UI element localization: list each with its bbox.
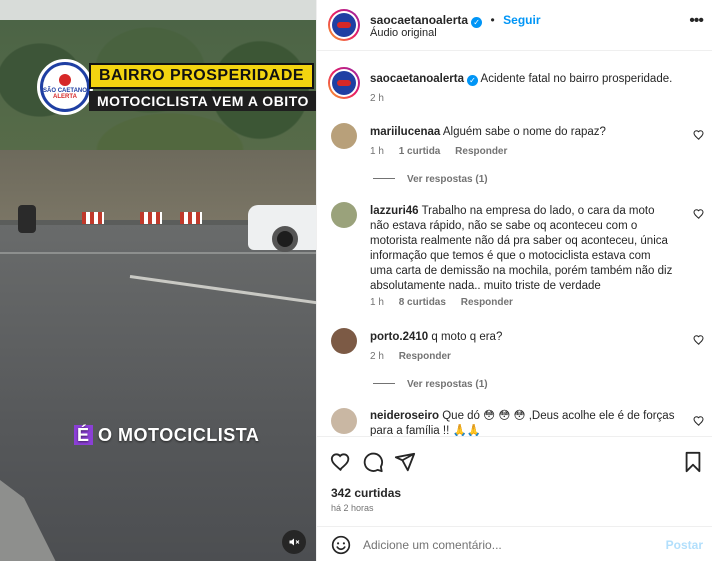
- comment-avatar[interactable]: [331, 328, 357, 354]
- video-caption-highlight: É: [74, 425, 93, 445]
- author-username[interactable]: saocaetanoalerta: [370, 13, 468, 27]
- video-road: [0, 225, 316, 561]
- avatar-mark: [337, 80, 351, 86]
- post-caption: saocaetanoalerta ✓ Acidente fatal no bair…: [370, 72, 675, 87]
- reply-button[interactable]: Responder: [461, 297, 513, 308]
- emoji-icon[interactable]: [331, 535, 351, 555]
- comment-text: Trabalho na empresa do lado, o cara da m…: [370, 205, 673, 292]
- separator-dot: •: [490, 13, 495, 27]
- comment-time: 1 h: [370, 146, 384, 157]
- comment-time: 1 h: [370, 297, 384, 308]
- logo-inner: SÃO CAETANO ALERTA: [43, 65, 87, 109]
- follow-button[interactable]: Seguir: [503, 13, 540, 27]
- comment-body: porto.2410 q moto q era?: [370, 330, 675, 345]
- comment-meta: 2 h Responder: [370, 351, 463, 362]
- comment-text: q moto q era?: [431, 331, 503, 343]
- post-actions: 342 curtidas há 2 horas: [317, 436, 712, 526]
- avatar-mark: [337, 22, 351, 28]
- comment-avatar[interactable]: [331, 123, 357, 149]
- comment-username[interactable]: porto.2410: [370, 331, 428, 343]
- heart-icon[interactable]: [693, 208, 705, 220]
- speaker-muted-icon: [289, 538, 300, 546]
- audio-label[interactable]: Áudio original: [370, 27, 437, 39]
- video-headline-bottom: MOTOCICLISTA VEM A OBITO: [89, 91, 316, 111]
- video-motorcycle: [18, 205, 36, 233]
- avatar-ring: [330, 69, 358, 97]
- comment-meta: 1 h 8 curtidas Responder: [370, 297, 525, 308]
- video-player[interactable]: SÃO CAETANO ALERTA BAIRRO PROSPERIDADE M…: [0, 0, 316, 561]
- caption-text: Acidente fatal no bairro prosperidade.: [480, 73, 673, 85]
- traffic-barrier: [140, 212, 162, 224]
- likes-count[interactable]: 342 curtidas: [331, 486, 401, 500]
- comment-body: lazzuri46 Trabalho na empresa do lado, o…: [370, 204, 675, 294]
- heart-icon[interactable]: [693, 129, 705, 141]
- traffic-barrier: [82, 212, 104, 224]
- caption-username[interactable]: saocaetanoalerta: [370, 73, 464, 85]
- comment-meta: 1 h 1 curtida Responder: [370, 146, 519, 157]
- comments-list[interactable]: saocaetanoalerta ✓ Acidente fatal no bair…: [317, 52, 712, 436]
- send-icon[interactable]: [394, 451, 416, 473]
- avatar-image: [332, 13, 356, 37]
- traffic-barrier: [180, 212, 202, 224]
- comment-likes[interactable]: 8 curtidas: [399, 297, 446, 308]
- comment-body: mariilucenaa Alguém sabe o nome do rapaz…: [370, 125, 675, 140]
- view-replies-button[interactable]: Ver respostas (1): [373, 174, 488, 185]
- video-caption-text: O MOTOCICLISTA: [98, 425, 260, 445]
- video-car-wheel: [272, 226, 298, 252]
- reply-button[interactable]: Responder: [455, 146, 507, 157]
- comment-username[interactable]: neideroseiro: [370, 410, 439, 422]
- comment-avatar[interactable]: [331, 202, 357, 228]
- verified-icon: ✓: [466, 75, 478, 86]
- comment-likes[interactable]: 1 curtida: [399, 146, 441, 157]
- add-comment-bar: Adicione um comentário... Postar: [317, 526, 712, 561]
- logo-dot: [59, 74, 71, 86]
- video-headline-top: BAIRRO PROSPERIDADE: [89, 63, 315, 89]
- video-lane-line: [0, 252, 316, 254]
- avatar-image: [332, 71, 356, 95]
- logo-text-line2: ALERTA: [53, 94, 77, 100]
- mute-button[interactable]: [282, 530, 306, 554]
- post-header: saocaetanoalerta ✓ • Seguir Áudio origina…: [317, 0, 712, 51]
- heart-icon[interactable]: [330, 451, 352, 473]
- sao-caetano-alerta-logo: SÃO CAETANO ALERTA: [37, 59, 93, 115]
- more-options-icon[interactable]: •••: [689, 12, 704, 30]
- comment-username[interactable]: lazzuri46: [370, 205, 419, 217]
- post-side-panel: saocaetanoalerta ✓ • Seguir Áudio origina…: [316, 0, 712, 561]
- comment-time: 2 h: [370, 351, 384, 362]
- view-replies-button[interactable]: Ver respostas (1): [373, 379, 488, 390]
- caption-time: 2 h: [370, 93, 384, 104]
- comment-body: neideroseiro Que dó 😳 😳 😳 ,Deus acolhe e…: [370, 409, 675, 436]
- reply-button[interactable]: Responder: [399, 351, 451, 362]
- avatar-ring: [330, 11, 358, 39]
- author-avatar[interactable]: [328, 9, 360, 41]
- bookmark-icon[interactable]: [683, 451, 703, 473]
- caption-author-avatar[interactable]: [328, 67, 360, 99]
- comment-username[interactable]: mariilucenaa: [370, 126, 440, 138]
- comment-avatar[interactable]: [331, 408, 357, 434]
- verified-icon: ✓: [471, 17, 483, 28]
- heart-icon[interactable]: [693, 334, 705, 346]
- comment-icon[interactable]: [362, 451, 384, 473]
- caption-meta: 2 h: [370, 93, 396, 104]
- comment-text: Alguém sabe o nome do rapaz?: [442, 126, 606, 138]
- heart-icon[interactable]: [693, 415, 705, 427]
- posted-time: há 2 horas: [331, 503, 374, 513]
- reel-viewer: SÃO CAETANO ALERTA BAIRRO PROSPERIDADE M…: [0, 0, 712, 561]
- video-caption: É O MOTOCICLISTA: [74, 425, 259, 446]
- comment-input[interactable]: Adicione um comentário...: [363, 538, 502, 552]
- post-comment-button[interactable]: Postar: [666, 538, 703, 552]
